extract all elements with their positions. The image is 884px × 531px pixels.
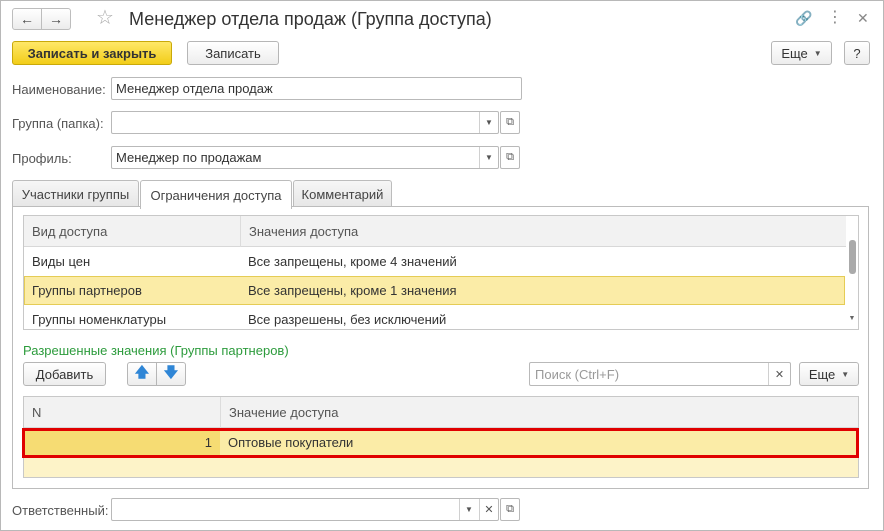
column-header-values[interactable]: Значения доступа xyxy=(240,216,846,247)
scroll-thumb[interactable] xyxy=(849,240,856,274)
open-window-icon: ⧉ xyxy=(506,151,514,163)
chevron-down-icon: ▼ xyxy=(465,505,473,514)
table-header: Вид доступа Значения доступа xyxy=(24,216,846,247)
arrow-right-icon: → xyxy=(49,11,63,27)
page-title: Менеджер отдела продаж (Группа доступа) xyxy=(129,9,492,29)
search-input[interactable] xyxy=(530,363,768,385)
responsible-dropdown-button[interactable]: ▼ xyxy=(459,499,478,520)
row-kind: Группы номенклатуры xyxy=(32,312,167,327)
link-icon[interactable]: 🔗 xyxy=(795,10,812,26)
arrow-left-icon: ← xyxy=(20,11,34,27)
add-label: Добавить xyxy=(35,366,94,382)
column-header-value[interactable]: Значение доступа xyxy=(220,397,858,428)
clear-icon[interactable]: ✕ xyxy=(768,363,790,385)
search-field[interactable]: ✕ xyxy=(529,362,791,386)
responsible-field[interactable]: ▼ ✕ xyxy=(111,498,499,521)
add-button[interactable]: Добавить xyxy=(23,362,106,386)
tab-comment-label: Комментарий xyxy=(301,186,384,202)
profile-label: Профиль: xyxy=(12,151,72,166)
group-dropdown-button[interactable]: ▼ xyxy=(479,112,498,133)
chevron-down-icon: ▼ xyxy=(813,48,822,58)
close-icon[interactable]: ✕ xyxy=(857,10,869,26)
table-row[interactable]: Группы номенклатуры Все разрешены, без и… xyxy=(24,305,846,329)
row-number: 1 xyxy=(24,428,220,457)
profile-field[interactable]: Менеджер по продажам ▼ xyxy=(111,146,499,169)
tab-members[interactable]: Участники группы xyxy=(12,180,139,207)
profile-value: Менеджер по продажам xyxy=(116,150,262,165)
name-value: Менеджер отдела продаж xyxy=(116,81,273,96)
move-down-button[interactable]: 🡇 xyxy=(156,362,186,386)
row-value: Все запрещены, кроме 1 значения xyxy=(248,283,457,298)
group-open-button[interactable]: ⧉ xyxy=(500,111,520,134)
clear-icon: ✕ xyxy=(484,504,494,516)
table-header: N Значение доступа xyxy=(24,397,858,428)
chevron-down-icon: ▼ xyxy=(485,118,493,127)
row-kind: Группы партнеров xyxy=(32,283,142,298)
open-window-icon: ⧉ xyxy=(506,116,514,128)
table-row-empty xyxy=(24,457,858,477)
more-button[interactable]: Еще ▼ xyxy=(771,41,832,65)
more-label: Еще xyxy=(781,45,808,61)
row-access-value: Оптовые покупатели xyxy=(220,428,850,457)
allowed-more-button[interactable]: Еще ▼ xyxy=(799,362,859,386)
access-kinds-table: Вид доступа Значения доступа Виды цен Вс… xyxy=(23,215,859,330)
allowed-values-table: N Значение доступа 1 Оптовые покупатели xyxy=(23,396,859,478)
help-label: ? xyxy=(853,45,861,61)
form-window: ← → ☆ Менеджер отдела продаж (Группа дос… xyxy=(0,0,884,531)
chevron-down-icon: ▼ xyxy=(485,153,493,162)
row-value: Все запрещены, кроме 4 значений xyxy=(248,254,457,269)
forward-button[interactable]: → xyxy=(41,8,71,30)
profile-dropdown-button[interactable]: ▼ xyxy=(479,147,498,168)
name-field[interactable]: Менеджер отдела продаж xyxy=(111,77,522,100)
tab-access-restrictions[interactable]: Ограничения доступа xyxy=(140,180,292,209)
open-window-icon: ⧉ xyxy=(506,503,514,515)
allowed-more-label: Еще xyxy=(808,366,836,382)
name-label: Наименование: xyxy=(12,82,106,97)
profile-open-button[interactable]: ⧉ xyxy=(500,146,520,169)
save-and-close-label: Записать и закрыть xyxy=(27,45,157,61)
table-row-selected[interactable]: 1 Оптовые покупатели xyxy=(24,428,858,457)
save-label: Записать xyxy=(205,45,261,61)
save-button[interactable]: Записать xyxy=(187,41,279,65)
arrow-down-icon: 🡇 xyxy=(163,364,179,380)
more-vertical-icon[interactable]: ⋮ xyxy=(827,10,843,26)
move-up-button[interactable]: 🡅 xyxy=(127,362,157,386)
allowed-values-title: Разрешенные значения (Группы партнеров) xyxy=(23,343,289,358)
tab-comment[interactable]: Комментарий xyxy=(293,180,392,207)
row-kind: Виды цен xyxy=(32,254,91,269)
table-row[interactable]: Виды цен Все запрещены, кроме 4 значений xyxy=(24,247,846,276)
vertical-scrollbar[interactable]: ▼ xyxy=(847,216,857,329)
responsible-label: Ответственный: xyxy=(12,503,109,518)
arrow-up-icon: 🡅 xyxy=(134,364,150,380)
title-bar: ← → ☆ Менеджер отдела продаж (Группа дос… xyxy=(1,1,883,37)
row-value: Все разрешены, без исключений xyxy=(248,312,447,327)
responsible-clear-button[interactable]: ✕ xyxy=(479,499,498,520)
tab-access-restrictions-label: Ограничения доступа xyxy=(150,187,282,203)
favorite-star-icon[interactable]: ☆ xyxy=(96,7,114,29)
column-header-kind[interactable]: Вид доступа xyxy=(24,216,240,247)
responsible-open-button[interactable]: ⧉ xyxy=(500,498,520,521)
chevron-down-icon: ▼ xyxy=(841,369,850,379)
back-button[interactable]: ← xyxy=(12,8,42,30)
tab-members-label: Участники группы xyxy=(21,186,130,202)
help-button[interactable]: ? xyxy=(844,41,870,65)
group-field[interactable]: ▼ xyxy=(111,111,499,134)
save-and-close-button[interactable]: Записать и закрыть xyxy=(12,41,172,65)
column-header-n[interactable]: N xyxy=(24,397,220,428)
table-row-selected[interactable]: Группы партнеров Все запрещены, кроме 1 … xyxy=(24,276,845,305)
scroll-down-icon[interactable]: ▼ xyxy=(847,315,857,322)
group-label: Группа (папка): xyxy=(12,116,104,131)
